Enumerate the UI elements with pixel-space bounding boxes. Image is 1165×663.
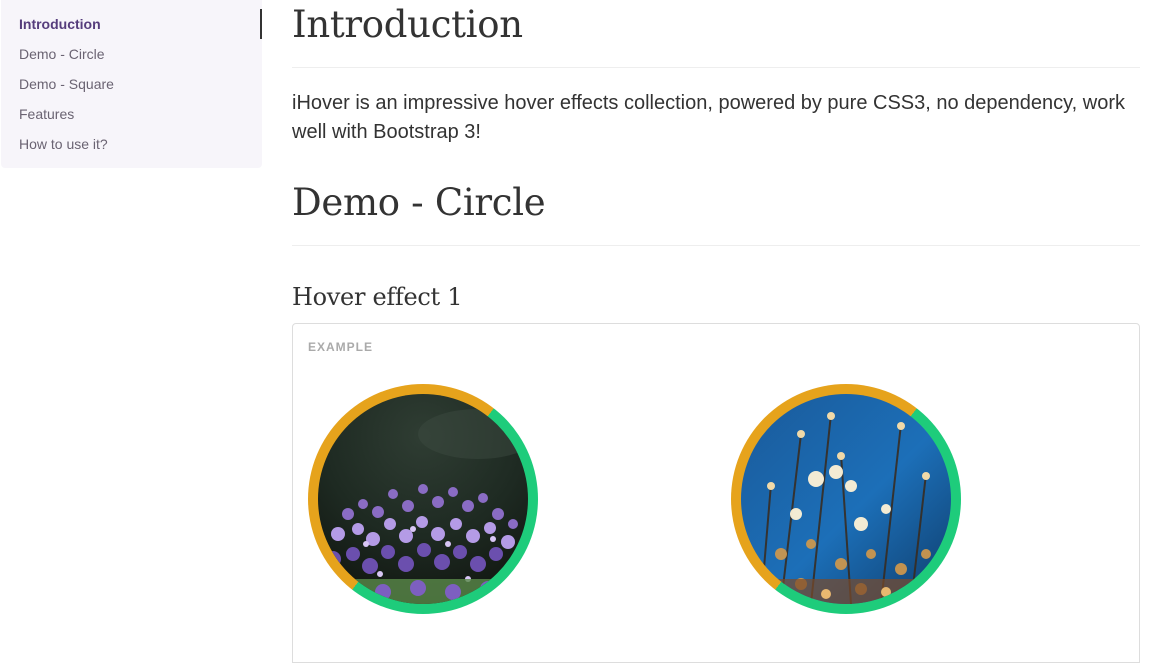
hover-circle-item[interactable]: [731, 384, 961, 614]
bokeh-image: [741, 394, 951, 604]
sidebar-item-features[interactable]: Features: [1, 99, 262, 129]
sidebar-item-how-to-use[interactable]: How to use it?: [1, 129, 262, 159]
sidebar-item-demo-circle[interactable]: Demo - Circle: [1, 39, 262, 69]
demo-circle-heading: Demo - Circle: [292, 181, 546, 224]
hover-effect-heading: Hover effect 1: [292, 283, 463, 311]
divider: [292, 67, 1140, 68]
sidebar-nav: Introduction Demo - Circle Demo - Square…: [1, 0, 262, 168]
sidebar-item-demo-square[interactable]: Demo - Square: [1, 69, 262, 99]
intro-text: iHover is an impressive hover effects co…: [292, 92, 1126, 143]
intro-heading: Introduction: [292, 3, 523, 46]
hover-circle-item[interactable]: [308, 384, 538, 614]
sidebar-item-introduction[interactable]: Introduction: [1, 9, 262, 39]
example-label: EXAMPLE: [308, 340, 374, 354]
flower-image: [318, 394, 528, 604]
divider: [292, 245, 1140, 246]
example-box: EXAMPLE: [292, 323, 1140, 663]
active-indicator: [260, 9, 262, 39]
